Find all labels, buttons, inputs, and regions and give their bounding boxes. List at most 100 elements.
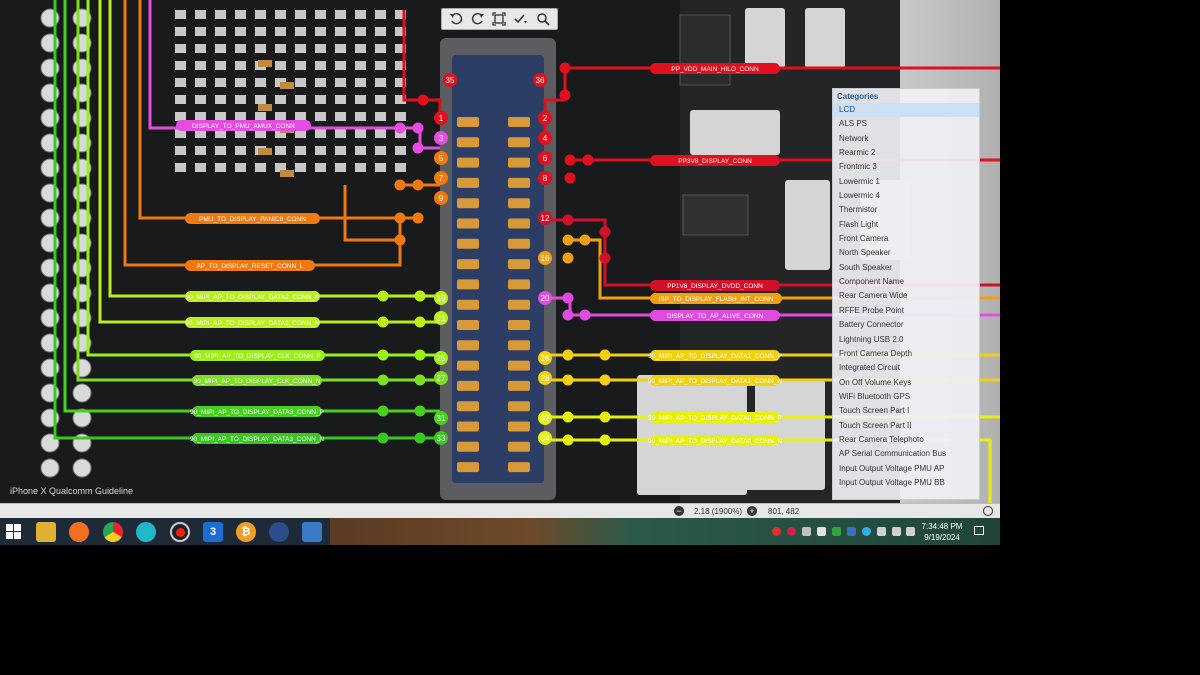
category-item[interactable]: Input Output Voltage PMU BB <box>833 476 979 490</box>
globe-icon[interactable] <box>983 506 993 516</box>
category-item[interactable]: Rearmic 2 <box>833 146 979 160</box>
smd-pad <box>375 129 386 138</box>
smd-pad <box>215 146 226 155</box>
category-item[interactable]: Input Output Voltage PMU AP <box>833 462 979 476</box>
category-item[interactable]: Touch Screen Part II <box>833 419 979 433</box>
magnifier-icon[interactable] <box>534 10 552 28</box>
category-item[interactable]: WiFi Bluetooth GPS <box>833 390 979 404</box>
trace-node <box>414 349 426 361</box>
record-icon[interactable] <box>170 522 190 542</box>
active-app-icon[interactable] <box>302 522 322 542</box>
category-item[interactable]: Thermistor <box>833 203 979 217</box>
category-item[interactable]: Lowermic 1 <box>833 175 979 189</box>
ic-chip <box>682 194 749 236</box>
fit-screen-icon[interactable] <box>491 10 509 28</box>
category-item[interactable]: On Off Volume Keys <box>833 376 979 390</box>
tray-shield-icon[interactable] <box>832 527 841 536</box>
trace-node <box>414 290 426 302</box>
tray-record-icon[interactable] <box>772 527 781 536</box>
zoom-in-icon[interactable]: + <box>747 506 757 516</box>
pin-number: 12 <box>541 214 550 223</box>
bitcoin-app-icon[interactable]: ₿ <box>236 522 256 542</box>
pin-number: 3 <box>439 134 444 143</box>
tray-wifi-icon[interactable] <box>892 527 901 536</box>
category-item[interactable]: North Speaker <box>833 246 979 260</box>
trace-node <box>414 374 426 386</box>
net-label-text: 90_MIPI_AP_TO_DISPLAY_CLK_CONN_P <box>194 353 321 360</box>
browser-app-icon[interactable] <box>269 522 289 542</box>
smd-pad <box>235 10 246 19</box>
category-item[interactable]: Front Camera <box>833 232 979 246</box>
notification-icon[interactable] <box>974 526 984 535</box>
category-item[interactable]: RFFE Probe Point <box>833 304 979 318</box>
tray-battery-icon[interactable] <box>877 527 886 536</box>
pin-number: 19 <box>437 294 446 303</box>
connector-pin <box>457 238 479 249</box>
category-item[interactable]: South Speaker <box>833 261 979 275</box>
tray-cloud-icon[interactable] <box>862 527 871 536</box>
checkmark-dropdown-icon[interactable] <box>512 10 530 28</box>
component-pad <box>785 180 830 270</box>
number-3-app-icon[interactable]: 3 <box>203 522 223 542</box>
pcb-viewer[interactable]: 1 3 5 7 9 19 21 25 27 31 33 35 2 4 6 8 12 16 20 26 28 32 34 36 … <box>0 0 1000 503</box>
tray-security-icon[interactable] <box>847 527 856 536</box>
category-item[interactable]: Frontmic 3 <box>833 160 979 174</box>
trace-node <box>394 212 406 224</box>
smd-pad <box>255 163 266 172</box>
connector-pin <box>457 462 479 473</box>
smd-pad <box>255 27 266 36</box>
rotate-left-icon[interactable] <box>447 10 465 28</box>
category-item[interactable]: AP Serial Communication Bus <box>833 447 979 461</box>
category-item[interactable]: Front Camera Depth <box>833 347 979 361</box>
smd-pad <box>175 146 186 155</box>
connector-pin <box>508 421 530 432</box>
status-bar: − 2.18 (1900%) + 801, 482 <box>0 503 1000 518</box>
taskbar-clock[interactable]: 7:34:48 PM 9/19/2024 <box>920 521 964 543</box>
smd-pad <box>315 78 326 87</box>
category-item[interactable]: Rear Camera Telephoto <box>833 433 979 447</box>
trace-node <box>377 349 389 361</box>
category-item[interactable]: Flash Light <box>833 218 979 232</box>
smd-pad <box>255 112 266 121</box>
category-item[interactable]: Rear Camera Wide <box>833 289 979 303</box>
category-item[interactable]: Integrated Circuit <box>833 361 979 375</box>
connector-pin <box>457 279 479 290</box>
zoom-out-icon[interactable]: − <box>674 506 684 516</box>
teal-app-icon[interactable] <box>136 522 156 542</box>
chrome-icon[interactable] <box>103 522 123 542</box>
tray-network-icon[interactable] <box>817 527 826 536</box>
smd-pad <box>375 61 386 70</box>
net-label-text: 90_MIPI_AP_TO_DISPLAY_DATA2_CONN_P <box>186 294 320 301</box>
file-explorer-icon[interactable] <box>36 522 56 542</box>
category-item[interactable]: ALS PS <box>833 117 979 131</box>
trace-node <box>562 374 574 386</box>
trace-node <box>599 226 611 238</box>
category-item[interactable]: Touch Screen Part I <box>833 404 979 418</box>
net-label-text: 90_MIPI_AP_TO_DISPLAY_DATA3_CONN_P <box>190 409 324 416</box>
smd-pad <box>235 112 246 121</box>
trace-node <box>394 179 406 191</box>
smd-pad <box>315 163 326 172</box>
tray-app-icon[interactable] <box>787 527 796 536</box>
tray-bluetooth-icon[interactable] <box>802 527 811 536</box>
net-label-text: PP1V8_DISPLAY_DVDD_CONN <box>667 283 763 290</box>
smd-pad <box>175 10 186 19</box>
category-item[interactable]: Lowermic 4 <box>833 189 979 203</box>
net-label-text: 90_MIPI_AP_TO_DISPLAY_DATA0_CONN_P <box>648 415 782 422</box>
smd-pad <box>395 163 406 172</box>
category-item[interactable]: Battery Connector <box>833 318 979 332</box>
windows-start-icon[interactable] <box>6 524 22 540</box>
tray-volume-icon[interactable] <box>906 527 915 536</box>
via <box>40 458 60 478</box>
ic-chip <box>679 14 731 86</box>
rotate-right-icon[interactable] <box>469 10 487 28</box>
firefox-icon[interactable] <box>69 522 89 542</box>
category-item[interactable]: Network <box>833 132 979 146</box>
smd-pad <box>255 44 266 53</box>
smd-pad <box>275 95 286 104</box>
category-item[interactable]: Component Name <box>833 275 979 289</box>
category-item[interactable]: LCD <box>833 103 979 118</box>
category-item[interactable]: Lightning USB 2.0 <box>833 333 979 347</box>
pin-number: 28 <box>541 374 550 383</box>
pin-number: 27 <box>437 374 446 383</box>
